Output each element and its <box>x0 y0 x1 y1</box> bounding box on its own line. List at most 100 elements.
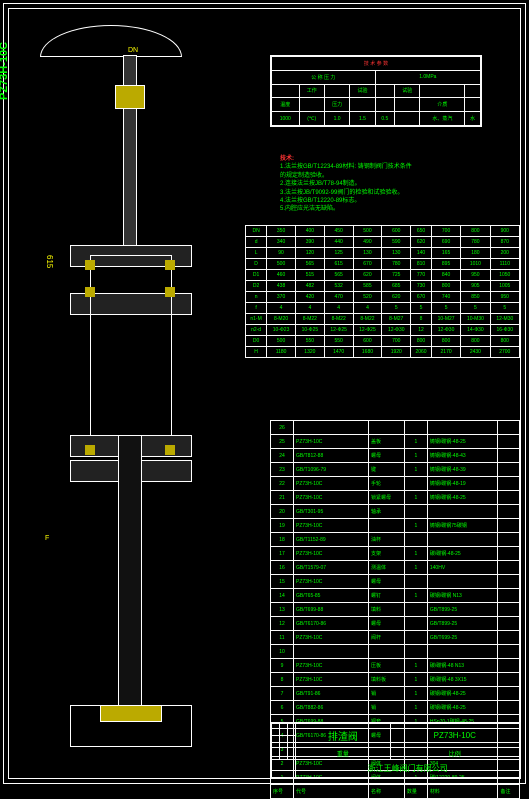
drawing-title: 排渣阀 <box>296 724 390 748</box>
bom-cell: GB/T1096-79 <box>294 463 369 477</box>
bom-cell <box>498 603 520 617</box>
dim-cell: 130 <box>382 248 411 259</box>
bom-cell: GB/T899-25 <box>427 617 498 631</box>
dim-cell: 905 <box>461 281 490 292</box>
dim-cell: 4 <box>267 303 296 314</box>
bom-cell <box>498 659 520 673</box>
valve-drawing: 615 DN F <box>30 25 230 755</box>
bom-cell: 1 <box>404 701 427 715</box>
dim-cell: 10-Ф25 <box>295 325 324 336</box>
bom-cell: 14 <box>271 589 294 603</box>
bom-cell <box>498 421 520 435</box>
bom-row: 23GB/T1096-79键1铸钢/碳钢-48-39 <box>271 463 520 477</box>
spec-cell <box>465 84 481 98</box>
bom-cell: 键 <box>369 463 405 477</box>
bom-cell: 销 <box>369 687 405 701</box>
dim-cell: D0 <box>246 336 267 347</box>
bom-cell: 铸钢/碳钢75碳钢 <box>427 519 498 533</box>
bom-cell: 23 <box>271 463 294 477</box>
bom-cell: 铸钢/碳钢-48-25 <box>427 435 498 449</box>
dimension-615: 615 <box>45 255 54 268</box>
spec-cell <box>350 98 375 112</box>
dim-cell: 700 <box>382 336 411 347</box>
bom-cell <box>369 645 405 659</box>
bom-cell: GB/T882-86 <box>294 701 369 715</box>
bom-cell: PZ73H-10C <box>294 659 369 673</box>
dim-cell: 470 <box>324 292 353 303</box>
bom-cell <box>498 449 520 463</box>
bom-row: 20GB/T301-95轴承 <box>271 505 520 519</box>
bom-cell: 铸钢/碳钢-48-43 <box>427 449 498 463</box>
bom-cell: 1 <box>404 687 427 701</box>
dim-cell: H <box>246 347 267 358</box>
dim-cell: 490 <box>353 237 382 248</box>
bom-cell: 轴承 <box>369 505 405 519</box>
dim-cell: 130 <box>353 248 382 259</box>
dim-header: 400 <box>295 226 324 237</box>
bom-cell: 7 <box>271 687 294 701</box>
bom-row: 9PZ73H-10C压板1碳/碳钢-48 N13 <box>271 659 520 673</box>
bom-cell: 销 <box>369 701 405 715</box>
dim-cell: D <box>246 259 267 270</box>
bolt-icon <box>165 445 175 455</box>
bom-row: 15PZ73H-10C螺母 <box>271 575 520 589</box>
bom-cell <box>427 575 498 589</box>
dim-cell: 780 <box>382 259 411 270</box>
spec-cell: 0.5 <box>375 112 394 126</box>
dim-cell: 180 <box>461 248 490 259</box>
dim-cell: 565 <box>295 259 324 270</box>
dim-cell: 550 <box>324 336 353 347</box>
dim-cell: 420 <box>295 292 324 303</box>
dim-cell: 725 <box>382 270 411 281</box>
bom-cell: 12 <box>271 617 294 631</box>
bom-cell <box>427 505 498 519</box>
bom-cell: PZ73H-10C <box>294 631 369 645</box>
dim-cell: 14-Ф30 <box>461 325 490 336</box>
bom-cell: 1 <box>404 547 427 561</box>
dim-cell: 550 <box>295 336 324 347</box>
dim-cell: 565 <box>324 270 353 281</box>
dim-cell: 460 <box>267 270 296 281</box>
spec-cell <box>324 84 349 98</box>
spec-header: 技 术 参 数 <box>272 57 481 71</box>
dim-cell: 340 <box>267 237 296 248</box>
dim-cell: 390 <box>295 237 324 248</box>
bom-cell: 21 <box>271 491 294 505</box>
bom-row: 25PZ73H-10C盖板1铸钢/碳钢-48-25 <box>271 435 520 449</box>
dim-cell: 1005 <box>490 281 519 292</box>
bom-row: 10 <box>271 645 520 659</box>
bom-cell <box>498 687 520 701</box>
dim-cell: 620 <box>353 270 382 281</box>
dim-cell: n1-M <box>246 314 267 325</box>
dim-cell: 1010 <box>461 259 490 270</box>
company-name: 浙江王峰阀门有限公司 <box>296 760 520 778</box>
bolt-icon <box>85 287 95 297</box>
bolt-icon <box>85 445 95 455</box>
bom-cell <box>498 491 520 505</box>
bom-row: 14GB/T65-85螺钉1碳钢/碳钢 N13 <box>271 589 520 603</box>
gate-plate <box>118 435 142 707</box>
dim-cell: 950 <box>490 292 519 303</box>
dim-header: DN <box>246 226 267 237</box>
bom-cell: 碳钢/碳钢-48-25 <box>427 701 498 715</box>
dim-cell: 690 <box>431 237 460 248</box>
bottom-flange <box>70 705 192 747</box>
notes-title: 技术: <box>280 155 500 163</box>
dim-cell: 8-M22 <box>324 314 353 325</box>
bom-cell: 压板 <box>369 659 405 673</box>
dim-cell: 4 <box>295 303 324 314</box>
dim-cell: 1320 <box>295 347 324 358</box>
bom-cell: 17 <box>271 547 294 561</box>
spec-cell <box>395 98 420 112</box>
bom-row: 6GB/T882-86销1碳钢/碳钢-48-25 <box>271 701 520 715</box>
dim-cell: 5 <box>382 303 411 314</box>
bom-cell: 螺钉 <box>369 589 405 603</box>
spec-table: 技 术 参 数 公 称 压 力1.0MPa 工作试验试验 温度压力介质 1000… <box>270 55 482 127</box>
bom-row: 17PZ73H-10C支架1碳/碳钢-48-25 <box>271 547 520 561</box>
dim-cell: 125 <box>324 248 353 259</box>
dim-cell: 950 <box>461 270 490 281</box>
valve-body-mid <box>90 255 172 437</box>
spec-cell <box>375 98 394 112</box>
bom-cell <box>498 505 520 519</box>
bom-cell: 8 <box>271 673 294 687</box>
